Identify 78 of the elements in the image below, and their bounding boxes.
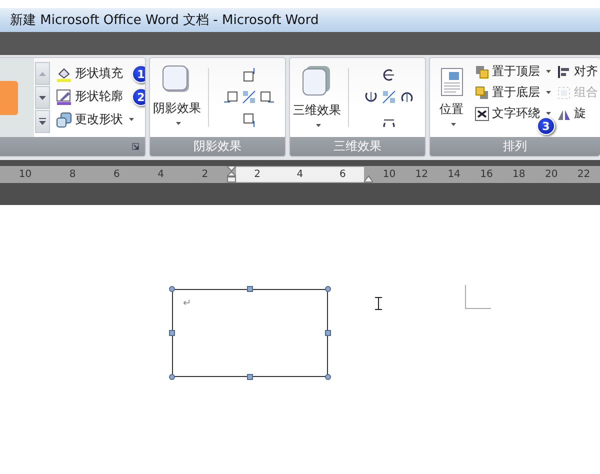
shadow-down-icon[interactable] [242, 112, 256, 127]
caret-icon [450, 123, 456, 126]
resize-handle[interactable] [325, 286, 331, 292]
number-badge: 3 [537, 117, 555, 135]
ruler-label: 12 [415, 169, 428, 180]
3d-toggle-icon[interactable] [382, 90, 396, 104]
resize-handle[interactable] [325, 330, 331, 336]
ribbon-button[interactable]: 置于顶层 [473, 61, 553, 82]
window-title: 新建 Microsoft Office Word 文档 - Microsoft Word [10, 12, 319, 29]
tilt-left-icon[interactable] [364, 90, 378, 104]
expand-icon [39, 118, 46, 125]
scroll-down-button[interactable] [35, 86, 50, 109]
ruler-label: 4 [158, 169, 164, 180]
ribbon-button[interactable]: 位置 [430, 58, 473, 137]
group-icon [557, 86, 571, 100]
ruler-label: 14 [448, 169, 460, 180]
number-badge: 2 [132, 88, 145, 106]
align-icon [557, 64, 571, 78]
number-badge: 1 [132, 65, 145, 83]
more-button[interactable] [35, 110, 50, 133]
ruler-label: 16 [480, 169, 493, 180]
margin-corner-mark [465, 285, 491, 309]
ribbon-button[interactable]: 三维效果 [290, 58, 344, 137]
down-arrow-icon [39, 96, 46, 100]
shadow-up-icon[interactable] [242, 68, 256, 82]
caret-icon [316, 124, 321, 127]
resize-handle[interactable] [247, 374, 253, 380]
text-wrap-icon [475, 106, 489, 120]
caret-icon [546, 70, 551, 73]
ribbon-button[interactable]: 旋 [555, 103, 588, 124]
ribbon-button[interactable]: 阴影效果 [150, 58, 204, 137]
shadow-left-icon[interactable] [224, 90, 238, 104]
ruler-label: 8 [69, 169, 76, 180]
group-title: 三维效果 [334, 138, 382, 155]
text-cursor-icon [375, 297, 382, 310]
send-back-icon [475, 86, 489, 100]
cube-icon [302, 65, 332, 97]
shadow-right-icon[interactable] [260, 90, 274, 104]
ruler-label: 10 [382, 169, 396, 180]
tilt-up-icon[interactable] [382, 68, 396, 82]
resize-handle[interactable] [325, 374, 331, 380]
ribbon-button[interactable]: 更改形状 [54, 109, 136, 130]
up-arrow-icon [39, 72, 46, 76]
ruler-label: 6 [113, 169, 120, 180]
shapes-icon [56, 112, 72, 128]
ruler-label: 10 [18, 169, 32, 180]
paragraph-mark: ↵ [183, 298, 192, 309]
ruler-label: 2 [202, 169, 208, 180]
ruler-label: 20 [544, 169, 558, 180]
caret-icon [546, 112, 551, 115]
caret-icon [176, 122, 181, 125]
text-box[interactable]: ↵ [172, 289, 328, 377]
ruler-label: 6 [339, 169, 346, 180]
group-title: 排列 [503, 138, 527, 155]
indent-marker-icon[interactable] [227, 166, 236, 183]
shape-style-swatch[interactable] [0, 80, 19, 116]
ruler-label: 18 [512, 169, 526, 180]
ribbon-button[interactable]: 对齐 [555, 61, 600, 82]
pencil-icon [56, 88, 72, 104]
caret-icon [546, 91, 551, 94]
ribbon-button[interactable]: 形状填充 [54, 63, 125, 84]
ruler-label: 22 [577, 169, 590, 180]
ribbon-button[interactable]: 形状轮廓 [54, 86, 125, 107]
resize-handle[interactable] [169, 286, 175, 292]
page-icon [440, 68, 462, 96]
resize-handle[interactable] [169, 374, 175, 380]
shadow-toggle-icon[interactable] [242, 90, 256, 104]
ruler-label: 4 [296, 169, 304, 180]
bring-front-icon [475, 64, 489, 78]
tilt-right-icon[interactable] [400, 90, 414, 104]
caret-icon [129, 118, 134, 121]
ribbon-button[interactable]: 置于底层 [473, 82, 553, 103]
ruler-label: 2 [254, 169, 261, 180]
group-title: 阴影效果 [194, 138, 242, 155]
dialog-launcher-icon[interactable] [132, 143, 139, 150]
resize-handle[interactable] [169, 330, 175, 336]
rounded-square-icon [162, 65, 192, 95]
resize-handle[interactable] [247, 286, 253, 292]
